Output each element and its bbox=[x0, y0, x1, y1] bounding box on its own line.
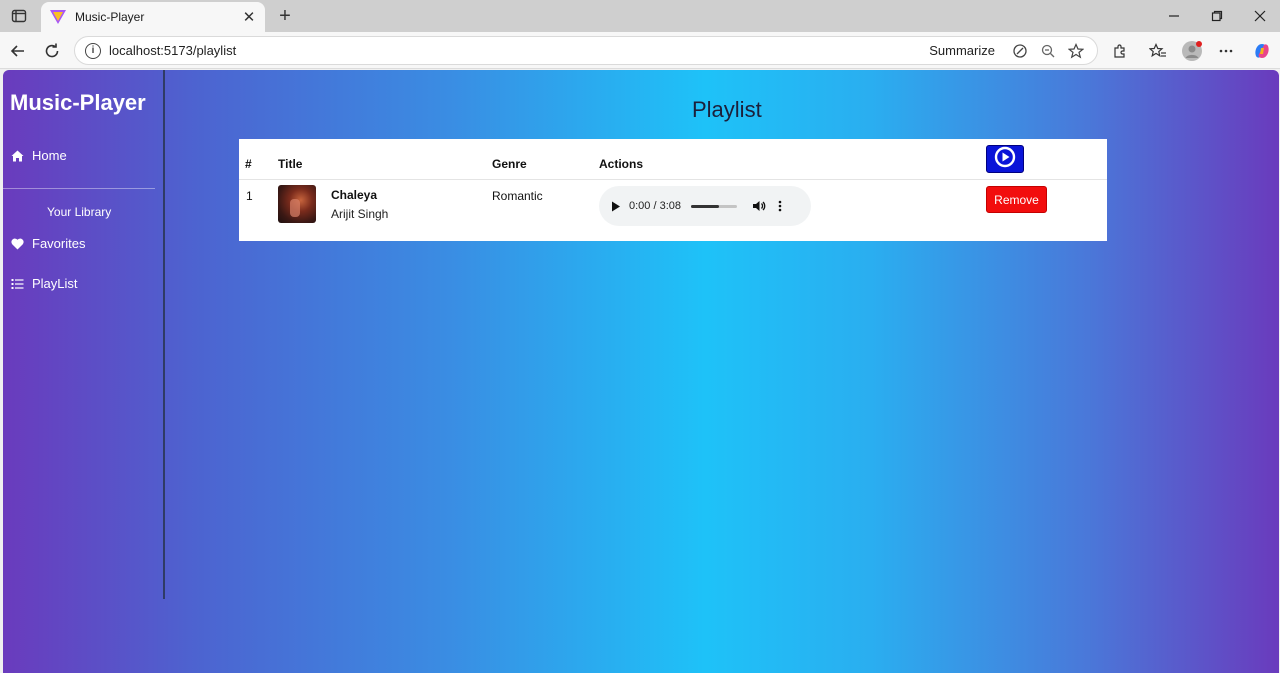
address-bar[interactable]: i localhost:5173/playlist Summarize bbox=[74, 36, 1098, 65]
page-title: Playlist bbox=[692, 97, 762, 122]
home-icon bbox=[10, 149, 24, 163]
copilot-icon[interactable] bbox=[1250, 39, 1274, 63]
header-divider bbox=[239, 179, 1107, 180]
browser-toolbar: i localhost:5173/playlist Summarize bbox=[0, 32, 1280, 69]
tab-title: Music-Player bbox=[75, 10, 145, 24]
sidebar-item-home[interactable]: Home bbox=[10, 148, 67, 163]
heart-icon bbox=[10, 237, 24, 251]
library-heading: Your Library bbox=[47, 205, 112, 219]
song-title: Chaleya bbox=[331, 188, 378, 202]
url-text[interactable]: localhost:5173/playlist bbox=[109, 43, 929, 58]
vite-logo-icon bbox=[49, 8, 67, 26]
sidebar-item-label: Home bbox=[32, 148, 67, 163]
favorite-star-icon[interactable] bbox=[1065, 40, 1087, 62]
play-circle-icon bbox=[994, 146, 1016, 173]
volume-icon[interactable] bbox=[751, 198, 767, 214]
favorites-icon[interactable] bbox=[1146, 39, 1170, 63]
play-icon[interactable] bbox=[609, 199, 623, 213]
active-tab[interactable]: Music-Player ✕ bbox=[41, 2, 265, 32]
playlist-table: # Title Genre Actions 1 Chaleya Arijit S… bbox=[239, 139, 1107, 241]
sidebar-divider bbox=[3, 188, 155, 189]
list-icon bbox=[10, 277, 24, 291]
back-icon[interactable] bbox=[6, 39, 30, 63]
row-index: 1 bbox=[246, 189, 253, 203]
profile-avatar[interactable] bbox=[1180, 39, 1204, 63]
refresh-icon[interactable] bbox=[40, 39, 64, 63]
audio-time: 0:00 / 3:08 bbox=[629, 200, 681, 212]
play-all-button[interactable] bbox=[986, 145, 1024, 173]
song-artist: Arijit Singh bbox=[331, 207, 389, 221]
column-header-actions: Actions bbox=[599, 157, 644, 171]
column-header-title: Title bbox=[278, 157, 303, 171]
audio-progress-fill bbox=[691, 204, 719, 208]
browser-tab-bar: Music-Player ✕ + bbox=[0, 0, 1280, 32]
summarize-button[interactable]: Summarize bbox=[929, 43, 995, 58]
zoom-icon[interactable] bbox=[1037, 40, 1059, 62]
column-header-genre: Genre bbox=[492, 157, 527, 171]
audio-player: 0:00 / 3:08 bbox=[599, 186, 811, 226]
sidebar-item-favorites[interactable]: Favorites bbox=[10, 236, 85, 251]
tab-actions-icon[interactable] bbox=[8, 5, 30, 27]
close-window-icon[interactable] bbox=[1246, 4, 1274, 28]
restore-icon[interactable] bbox=[1203, 4, 1231, 28]
more-options-icon[interactable] bbox=[1214, 39, 1238, 63]
close-tab-icon[interactable]: ✕ bbox=[241, 9, 257, 26]
song-genre: Romantic bbox=[492, 189, 543, 203]
remove-button[interactable]: Remove bbox=[986, 186, 1047, 213]
copilot-summarize-icon[interactable] bbox=[1009, 40, 1031, 62]
album-cover bbox=[278, 185, 316, 223]
brand-title: Music-Player bbox=[10, 90, 146, 115]
app-page: Music-Player Home Your Library Favorites… bbox=[3, 70, 1279, 673]
new-tab-icon[interactable]: + bbox=[274, 5, 296, 27]
minimize-icon[interactable] bbox=[1160, 4, 1188, 28]
site-info-icon[interactable]: i bbox=[85, 42, 101, 59]
sidebar-item-label: PlayList bbox=[32, 276, 78, 291]
sidebar: Music-Player Home Your Library Favorites… bbox=[3, 70, 165, 599]
column-header-index: # bbox=[245, 157, 252, 171]
extensions-icon[interactable] bbox=[1108, 39, 1132, 63]
audio-more-icon[interactable] bbox=[775, 198, 785, 214]
audio-progress-track[interactable] bbox=[691, 204, 737, 208]
sidebar-item-playlist[interactable]: PlayList bbox=[10, 276, 78, 291]
sidebar-item-label: Favorites bbox=[32, 236, 86, 251]
